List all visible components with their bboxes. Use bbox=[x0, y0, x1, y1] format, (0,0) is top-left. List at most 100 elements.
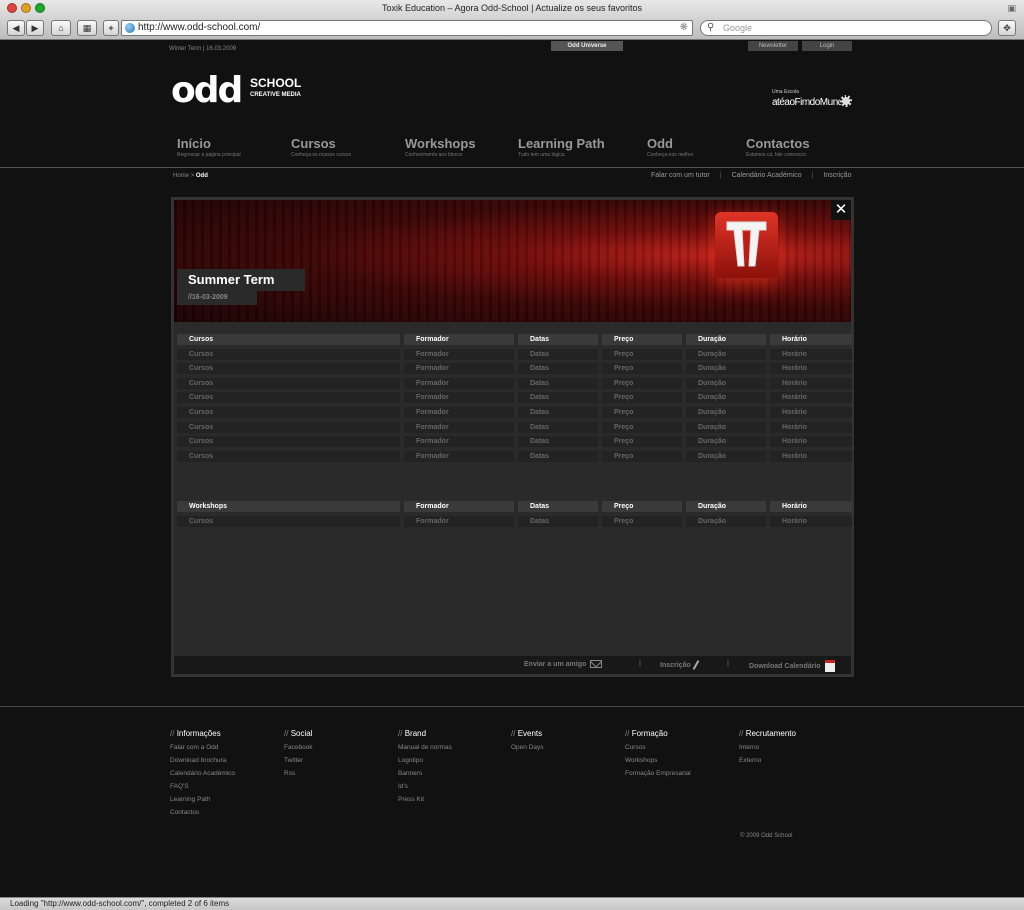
table-cell: Duração bbox=[686, 363, 766, 375]
table-cell: Duração bbox=[686, 515, 766, 527]
footer-link[interactable]: Workshops bbox=[625, 757, 691, 764]
footer-title-text: Informações bbox=[176, 729, 221, 738]
footer-column: // Social Facebook Twitter Rss bbox=[284, 729, 313, 783]
table-header-cell: Horário bbox=[770, 501, 852, 512]
table-cell: Horário bbox=[770, 407, 852, 418]
table-row[interactable]: Cursos Formador Datas Preço Duração Horário bbox=[177, 377, 852, 389]
nav-item-odd[interactable]: Odd Conheça-nos melhor bbox=[647, 136, 693, 158]
nav-item-contactos[interactable]: Contactos Estamos cá, fale connosco. bbox=[746, 136, 810, 158]
toolbar-toggle-icon[interactable]: ▣ bbox=[1007, 3, 1016, 14]
footer-link[interactable]: Manual de normas bbox=[398, 744, 452, 751]
footer-link[interactable]: FAQ'S bbox=[170, 783, 235, 790]
close-window-button[interactable] bbox=[7, 3, 17, 13]
footer-link[interactable]: Banners bbox=[398, 770, 452, 777]
footer-link[interactable]: Twitter bbox=[284, 757, 313, 764]
link-falar-tutor[interactable]: Falar com um tutor bbox=[651, 172, 710, 179]
breadcrumb-home[interactable]: Home bbox=[173, 173, 189, 179]
nav-item-learning-path[interactable]: Learning Path Tudo tem uma lógica bbox=[518, 136, 605, 158]
link-calendario[interactable]: Calendário Académico bbox=[732, 172, 802, 179]
nav-sub: Conheça os nossos cursos bbox=[291, 152, 352, 158]
table-cell: Formador bbox=[404, 421, 514, 433]
table-row[interactable]: Cursos Formador Datas Preço Duração Horário bbox=[177, 421, 852, 433]
footer-link[interactable]: Id's bbox=[398, 783, 452, 790]
table-row[interactable]: Cursos Formador Datas Preço Duração Horário bbox=[177, 436, 852, 448]
gear-icon bbox=[840, 95, 852, 107]
footer-link[interactable]: Facebook bbox=[284, 744, 313, 751]
home-button[interactable]: ⌂ bbox=[51, 20, 71, 36]
table-header-cell: Duração bbox=[686, 501, 766, 512]
zoom-window-button[interactable] bbox=[35, 3, 45, 13]
odd-universe-button[interactable]: Odd Universe bbox=[551, 41, 623, 51]
footer-column-title: // Formação bbox=[625, 729, 691, 738]
forward-button[interactable]: ▶ bbox=[26, 20, 44, 36]
nav-item-inicio[interactable]: Início Regressar à página principal bbox=[177, 136, 241, 158]
newsletter-button[interactable]: Newsletter bbox=[748, 41, 798, 51]
divider: | bbox=[639, 660, 641, 667]
footer-link[interactable]: Learning Path bbox=[170, 796, 235, 803]
close-panel-button[interactable]: ✕ bbox=[831, 200, 851, 220]
url-field[interactable]: http://www.odd-school.com/ ❋ bbox=[121, 20, 693, 36]
table-cell: Preço bbox=[602, 348, 682, 360]
footer-link[interactable]: Externo bbox=[739, 757, 796, 764]
pdf-icon bbox=[824, 660, 835, 672]
footer-link[interactable]: Contactos bbox=[170, 809, 235, 816]
table-row[interactable]: Cursos Formador Datas Preço Duração Horário bbox=[177, 450, 852, 462]
utility-links: Falar com um tutor | Calendário Académic… bbox=[651, 172, 851, 179]
footer-link[interactable]: Interno bbox=[739, 744, 796, 751]
inscricao-link[interactable]: Inscrição bbox=[660, 660, 700, 670]
table-cell: Datas bbox=[518, 515, 598, 527]
footer-link[interactable]: Download brochura bbox=[170, 757, 235, 764]
back-button[interactable]: ◀ bbox=[7, 20, 25, 36]
footer-link[interactable]: Formação Empresarial bbox=[625, 770, 691, 777]
login-button[interactable]: Login bbox=[802, 41, 852, 51]
table-cell: Formador bbox=[404, 407, 514, 418]
footer-link[interactable]: Rss bbox=[284, 770, 313, 777]
nav-label: Contactos bbox=[746, 136, 810, 151]
partner-logo[interactable]: Uma Escola atéaoFimdoMundo bbox=[772, 89, 852, 113]
footer-link[interactable]: Press Kit bbox=[398, 796, 452, 803]
minimize-window-button[interactable] bbox=[21, 3, 31, 13]
footer-link[interactable]: Logotipo bbox=[398, 757, 452, 764]
nav-item-cursos[interactable]: Cursos Conheça os nossos cursos bbox=[291, 136, 351, 158]
table-cell: Duração bbox=[686, 348, 766, 360]
link-inscricao[interactable]: Inscrição bbox=[823, 172, 851, 179]
nav-label: Odd bbox=[647, 136, 673, 151]
extension-button[interactable]: ✥ bbox=[998, 20, 1016, 36]
table-cell: Cursos bbox=[177, 421, 400, 433]
add-bookmark-button[interactable]: + bbox=[103, 20, 119, 36]
table-row[interactable]: Cursos Formador Datas Preço Duração Horário bbox=[177, 515, 852, 527]
footer-column: // Brand Manual de normas Logotipo Banners I… bbox=[398, 729, 452, 809]
footer-slash: // bbox=[284, 729, 289, 738]
nav-item-workshops[interactable]: Workshops Conhecimento aos blocos bbox=[405, 136, 476, 158]
term-info: Winter Term | 16.03.2009 bbox=[169, 46, 237, 52]
table-cell: Duração bbox=[686, 392, 766, 404]
table-row[interactable]: Cursos Formador Datas Preço Duração Horário bbox=[177, 392, 852, 404]
table-cell: Horário bbox=[770, 436, 852, 448]
send-friend-link[interactable]: Enviar a um amigo bbox=[524, 660, 603, 668]
send-friend-label: Enviar a um amigo bbox=[524, 660, 587, 668]
table-cell: Datas bbox=[518, 363, 598, 375]
footer-column: // Recrutamento Interno Externo bbox=[739, 729, 796, 770]
footer-link[interactable]: Falar com a Odd bbox=[170, 744, 235, 751]
footer-link[interactable]: Cursos bbox=[625, 744, 691, 751]
bookmarks-button[interactable]: ▦ bbox=[77, 20, 97, 36]
status-bar: Loading "http://www.odd-school.com/", co… bbox=[0, 897, 1024, 910]
table-row[interactable]: Cursos Formador Datas Preço Duração Horário bbox=[177, 407, 852, 418]
search-input[interactable]: ⚲ Google bbox=[700, 20, 992, 36]
footer-title-text: Social bbox=[290, 729, 313, 738]
table-cell: Formador bbox=[404, 377, 514, 389]
table-row[interactable]: Cursos Formador Datas Preço Duração Horário bbox=[177, 348, 852, 360]
url-text: http://www.odd-school.com/ bbox=[138, 22, 261, 33]
footer-link[interactable]: Calendário Académico bbox=[170, 770, 235, 777]
table-cell: Preço bbox=[602, 436, 682, 448]
footer-link[interactable]: Open Days bbox=[511, 744, 544, 751]
table-row[interactable]: Cursos Formador Datas Preço Duração Horário bbox=[177, 363, 852, 375]
odd-school-logo[interactable]: odd SCHOOL CREATIVE MEDIA bbox=[171, 71, 311, 111]
nav-sub: Conheça-nos melhor bbox=[647, 152, 694, 158]
table-cell: Preço bbox=[602, 450, 682, 462]
download-calendar-link[interactable]: Download Calendário bbox=[749, 660, 835, 672]
table-cell: Duração bbox=[686, 407, 766, 418]
table-header-cell: Cursos bbox=[177, 334, 400, 345]
browser-chrome: Toxik Education – Agora Odd-School | Act… bbox=[0, 0, 1024, 40]
footer-title-text: Formação bbox=[631, 729, 668, 738]
